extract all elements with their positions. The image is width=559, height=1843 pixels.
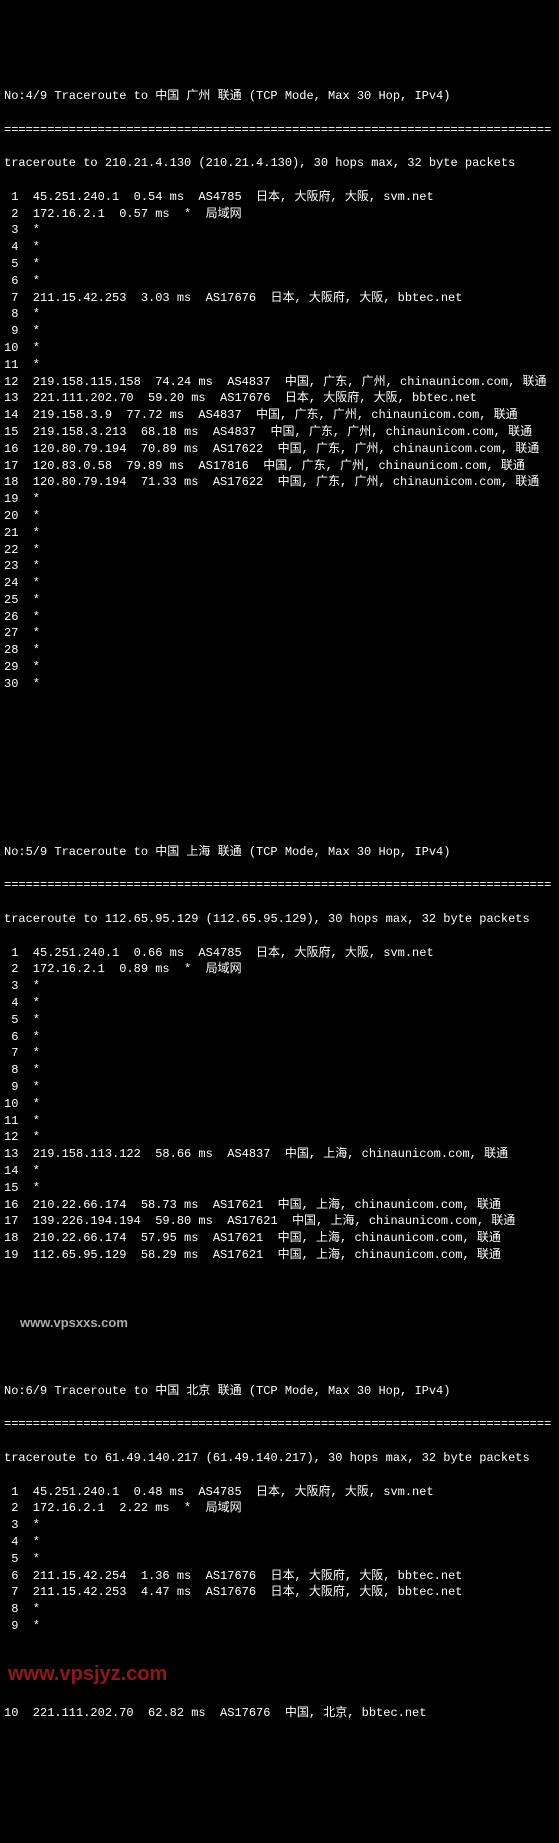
hop-row: 28 * — [4, 642, 555, 659]
hop-row: 7 * — [4, 1045, 555, 1062]
hop-row: 2 172.16.2.1 0.89 ms * 局域网 — [4, 961, 555, 978]
hop-row: 8 * — [4, 1601, 555, 1618]
hop-row: 29 * — [4, 659, 555, 676]
hop-row: 3 * — [4, 1517, 555, 1534]
hop-row: 18 120.80.79.194 71.33 ms AS17622 中国, 广东… — [4, 474, 555, 491]
traceroute-block-6: No:6/9 Traceroute to 中国 北京 联通 (TCP Mode,… — [4, 1366, 555, 1756]
traceroute-summary: traceroute to 210.21.4.130 (210.21.4.130… — [4, 155, 555, 172]
hop-row: 24 * — [4, 575, 555, 592]
hop-row: 8 * — [4, 306, 555, 323]
hop-row: 17 139.226.194.194 59.80 ms AS17621 中国, … — [4, 1213, 555, 1230]
hop-row: 23 * — [4, 558, 555, 575]
hop-row: 2 172.16.2.1 0.57 ms * 局域网 — [4, 206, 555, 223]
hop-row: 13 221.111.202.70 59.20 ms AS17676 日本, 大… — [4, 390, 555, 407]
hop-row: 16 210.22.66.174 58.73 ms AS17621 中国, 上海… — [4, 1197, 555, 1214]
blank-line — [4, 743, 555, 760]
hop-row: 5 * — [4, 1012, 555, 1029]
hop-row: 4 * — [4, 1534, 555, 1551]
hop-row: 30 * — [4, 676, 555, 693]
hop-row: 9 * — [4, 1079, 555, 1096]
hop-list: 1 45.251.240.1 0.54 ms AS4785 日本, 大阪府, 大… — [4, 189, 555, 693]
hop-row: 6 211.15.42.254 1.36 ms AS17676 日本, 大阪府,… — [4, 1568, 555, 1585]
divider: ========================================… — [4, 877, 555, 894]
hop-row: 1 45.251.240.1 0.48 ms AS4785 日本, 大阪府, 大… — [4, 1484, 555, 1501]
blank-line — [4, 777, 555, 794]
hop-row: 27 * — [4, 625, 555, 642]
watermark-text: www.vpsxxs.com — [4, 1314, 555, 1332]
hop-row: 1 45.251.240.1 0.54 ms AS4785 日本, 大阪府, 大… — [4, 189, 555, 206]
block-header: No:5/9 Traceroute to 中国 上海 联通 (TCP Mode,… — [4, 844, 555, 861]
hop-row: 4 * — [4, 239, 555, 256]
hop-row: 9 * — [4, 1618, 555, 1635]
hop-row: 12 219.158.115.158 74.24 ms AS4837 中国, 广… — [4, 374, 555, 391]
hop-row: 6 * — [4, 273, 555, 290]
traceroute-summary: traceroute to 112.65.95.129 (112.65.95.1… — [4, 911, 555, 928]
traceroute-summary: traceroute to 61.49.140.217 (61.49.140.2… — [4, 1450, 555, 1467]
hop-row: 3 * — [4, 222, 555, 239]
hop-row: 17 120.83.0.58 79.89 ms AS17816 中国, 广东, … — [4, 458, 555, 475]
watermark-text: www.vpsjyz.com — [4, 1660, 555, 1688]
hop-row: 9 * — [4, 323, 555, 340]
hop-row: 2 172.16.2.1 2.22 ms * 局域网 — [4, 1500, 555, 1517]
hop-row: 19 112.65.95.129 58.29 ms AS17621 中国, 上海… — [4, 1247, 555, 1264]
divider: ========================================… — [4, 1416, 555, 1433]
hop-row: 25 * — [4, 592, 555, 609]
hop-row: 5 * — [4, 1551, 555, 1568]
hop-row: 4 * — [4, 995, 555, 1012]
hop-row: 20 * — [4, 508, 555, 525]
hop-row: 10 * — [4, 1096, 555, 1113]
block-header: No:6/9 Traceroute to 中国 北京 联通 (TCP Mode,… — [4, 1383, 555, 1400]
hop-row: 26 * — [4, 609, 555, 626]
hop-row: 21 * — [4, 525, 555, 542]
hop-row: 15 * — [4, 1180, 555, 1197]
block-header: No:4/9 Traceroute to 中国 广州 联通 (TCP Mode,… — [4, 88, 555, 105]
hop-row: 10 221.111.202.70 62.82 ms AS17676 中国, 北… — [4, 1705, 555, 1722]
hop-row: 10 * — [4, 340, 555, 357]
hop-row: 16 120.80.79.194 70.89 ms AS17622 中国, 广东… — [4, 441, 555, 458]
hop-row: 1 45.251.240.1 0.66 ms AS4785 日本, 大阪府, 大… — [4, 945, 555, 962]
hop-row: 11 * — [4, 1113, 555, 1130]
hop-row: 5 * — [4, 256, 555, 273]
hop-row: 15 219.158.3.213 68.18 ms AS4837 中国, 广东,… — [4, 424, 555, 441]
hop-row: 3 * — [4, 978, 555, 995]
hop-row: 13 219.158.113.122 58.66 ms AS4837 中国, 上… — [4, 1146, 555, 1163]
divider: ========================================… — [4, 122, 555, 139]
hop-row: 7 211.15.42.253 4.47 ms AS17676 日本, 大阪府,… — [4, 1584, 555, 1601]
overlap-region: www.vpsjyz.com 10 221.111.202.70 62.82 m… — [4, 1651, 555, 1738]
hop-row: 6 * — [4, 1029, 555, 1046]
hop-row: 7 211.15.42.253 3.03 ms AS17676 日本, 大阪府,… — [4, 290, 555, 307]
hop-row: 18 210.22.66.174 57.95 ms AS17621 中国, 上海… — [4, 1230, 555, 1247]
hop-row: 14 219.158.3.9 77.72 ms AS4837 中国, 广东, 广… — [4, 407, 555, 424]
hop-row: 11 * — [4, 357, 555, 374]
hop-list: 1 45.251.240.1 0.66 ms AS4785 日本, 大阪府, 大… — [4, 945, 555, 1264]
hop-row: 8 * — [4, 1062, 555, 1079]
hop-row: 19 * — [4, 491, 555, 508]
hop-row: 22 * — [4, 542, 555, 559]
hop-list: 1 45.251.240.1 0.48 ms AS4785 日本, 大阪府, 大… — [4, 1484, 555, 1635]
traceroute-block-5: No:5/9 Traceroute to 中国 上海 联通 (TCP Mode,… — [4, 827, 555, 1281]
traceroute-block-4: No:4/9 Traceroute to 中国 广州 联通 (TCP Mode,… — [4, 71, 555, 709]
hop-row: 12 * — [4, 1129, 555, 1146]
hop-row: 14 * — [4, 1163, 555, 1180]
